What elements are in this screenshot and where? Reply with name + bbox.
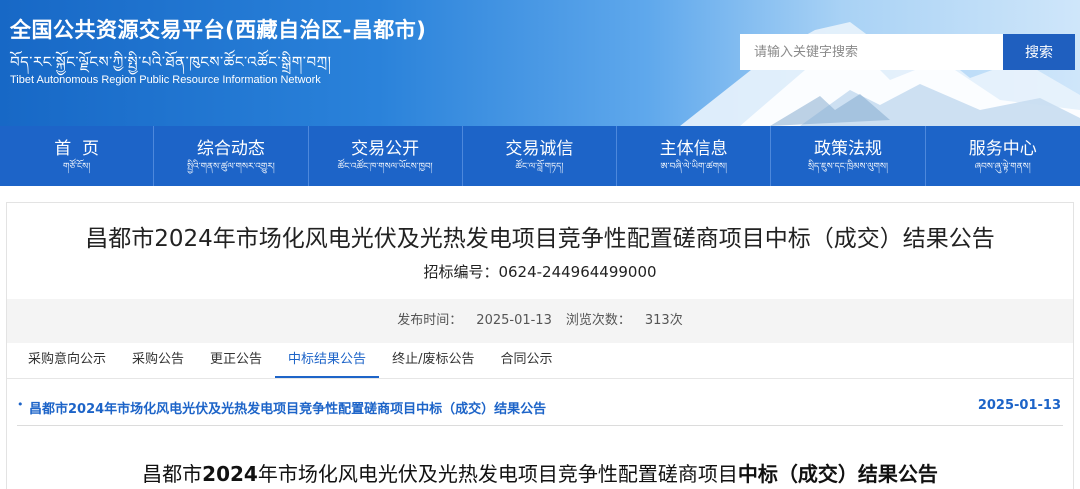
search-button[interactable]: 搜索 [1003, 34, 1075, 70]
tab-procurement-notice[interactable]: 采购公告 [119, 343, 197, 378]
nav-item-label: 主体信息 [659, 139, 728, 159]
view-count: 浏览次数： 313次 [566, 313, 683, 328]
nav-item-service[interactable]: 服务中心 ཞབས་ཞུ་ལྟེ་གནས། [926, 126, 1080, 186]
tab-award-result[interactable]: 中标结果公告 [275, 343, 380, 378]
publish-time: 发布时间： 2025-01-13 [397, 313, 552, 328]
nav-item-sublabel: ཚོང་འཚོང་ཁ་གསལ་ཡོངས་ཁྱབ། [337, 162, 433, 172]
article-card: 昌都市2024年市场化风电光伏及光热发电项目竞争性配置磋商项目中标（成交）结果公… [6, 202, 1074, 489]
tender-number-label: 招标编号： [423, 263, 499, 281]
document-body-heading: 昌都市2024年市场化风电光伏及光热发电项目竞争性配置磋商项目中标（成交）结果公… [7, 458, 1073, 487]
nav-item-sublabel: ཨ་བཞི་ལེ་ཡིག་ཚགས། [660, 162, 727, 172]
page-title: 昌都市2024年市场化风电光伏及光热发电项目竞争性配置磋商项目中标（成交）结果公… [85, 226, 995, 252]
publish-time-label: 发布时间： [397, 313, 463, 328]
nav-item-label: 交易诚信 [505, 139, 574, 159]
nav-item-label: 交易公开 [351, 139, 420, 159]
heading-year: 2024 [202, 462, 258, 486]
nav-item-entity-info[interactable]: 主体信息 ཨ་བཞི་ལེ་ཡིག་ཚགས། [617, 126, 772, 186]
publish-time-value: 2025-01-13 [476, 313, 552, 328]
bullet-icon: • [17, 398, 24, 411]
heading-part: 昌都市 [142, 462, 203, 486]
tab-procurement-intent[interactable]: 采购意向公示 [15, 343, 119, 378]
site-title-english: Tibet Autonomous Region Public Resource … [10, 74, 321, 86]
nav-item-sublabel: ཞབས་ཞུ་ལྟེ་གནས། [974, 162, 1031, 172]
nav-item-trade-public[interactable]: 交易公开 ཚོང་འཚོང་ཁ་གསལ་ཡོངས་ཁྱབ། [309, 126, 463, 186]
view-count-value: 313次 [644, 313, 683, 328]
tender-number-value: 0624-244964499000 [498, 263, 657, 281]
main-nav: 首 页 གཙོ་ངོས། 综合动态 སྤྱིའི་གནས་ཚུལ་གསར་འགྱ… [0, 126, 1080, 186]
nav-item-label: 政策法规 [813, 139, 882, 159]
search-input[interactable] [740, 34, 1003, 70]
nav-item-sublabel: སྤྱིའི་གནས་ཚུལ་གསར་འགྱུར། [186, 162, 275, 172]
nav-item-home[interactable]: 首 页 གཙོ་ངོས། [0, 126, 155, 186]
nav-item-sublabel: གཙོ་ངོས། [63, 162, 91, 172]
tab-correction-notice[interactable]: 更正公告 [197, 343, 275, 378]
nav-item-sublabel: ཚོང་ལ་བློ་གཏད། [515, 162, 564, 172]
nav-item-label: 首 页 [54, 139, 100, 159]
heading-part: 年市场化风电光伏及光热发电项目竞争性配置磋商项目 [257, 462, 738, 486]
heading-bold-part: 中标（成交）结果公告 [737, 462, 938, 486]
nav-item-sublabel: སྲིད་ཇུས་དང་ཁྲིམས་ལུགས། [807, 162, 888, 172]
tab-contract-notice[interactable]: 合同公示 [487, 343, 565, 378]
divider [17, 425, 1063, 426]
site-title: 全国公共资源交易平台(西藏自治区-昌都市) [10, 18, 427, 42]
view-count-label: 浏览次数： [565, 313, 631, 328]
nav-item-news[interactable]: 综合动态 སྤྱིའི་གནས་ཚུལ་གསར་འགྱུར། [154, 126, 309, 186]
document-date: 2025-01-13 [977, 398, 1061, 413]
announcement-tabs: 采购意向公示 采购公告 更正公告 中标结果公告 终止/废标公告 合同公示 [7, 343, 1073, 379]
document-link[interactable]: 昌都市2024年市场化风电光伏及光热发电项目竞争性配置磋商项目中标（成交）结果公… [29, 398, 546, 417]
article-meta: 发布时间： 2025-01-13 浏览次数： 313次 [7, 299, 1073, 343]
site-header: 全国公共资源交易平台(西藏自治区-昌都市) བོད་རང་སྐྱོང་ལྗོངས… [0, 0, 1080, 126]
nav-item-trade-credit[interactable]: 交易诚信 ཚོང་ལ་བློ་གཏད། [463, 126, 618, 186]
nav-item-label: 服务中心 [968, 139, 1037, 159]
nav-item-label: 综合动态 [196, 139, 265, 159]
nav-item-policy[interactable]: 政策法规 སྲིད་ཇུས་དང་ཁྲིམས་ལུགས། [771, 126, 926, 186]
tab-termination-notice[interactable]: 终止/废标公告 [379, 343, 487, 378]
tender-number: 招标编号：0624-244964499000 [7, 261, 1073, 282]
article-header: 昌都市2024年市场化风电光伏及光热发电项目竞争性配置磋商项目中标（成交）结果公… [7, 203, 1073, 295]
list-item: • 昌都市2024年市场化风电光伏及光热发电项目竞争性配置磋商项目中标（成交）结… [7, 393, 1073, 423]
